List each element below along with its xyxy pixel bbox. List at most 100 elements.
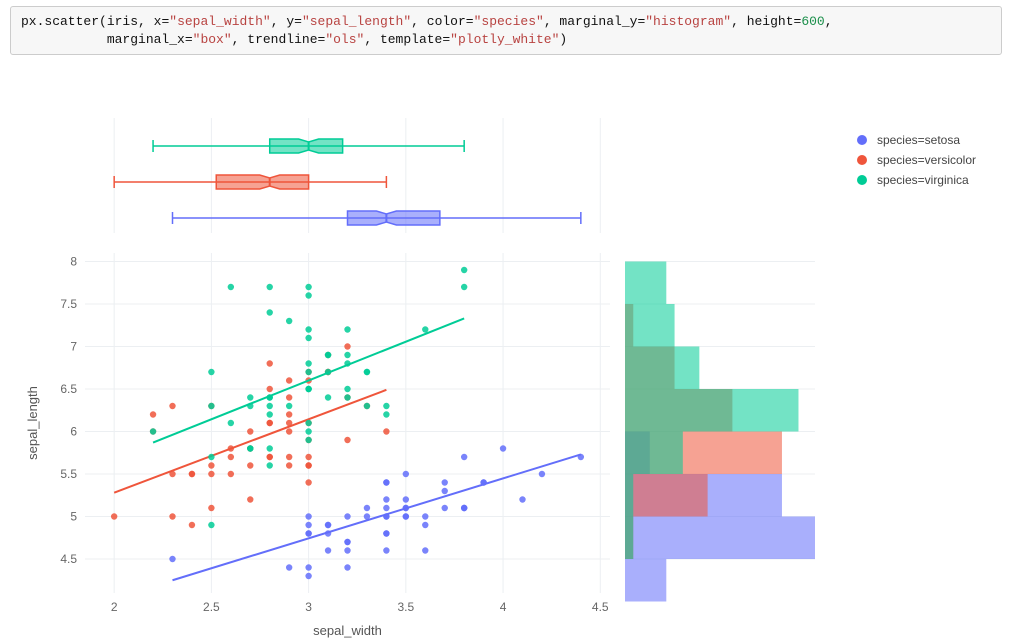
boxplot-virginica[interactable] [270, 139, 343, 153]
scatter-point[interactable] [344, 547, 350, 553]
scatter-point[interactable] [305, 284, 311, 290]
scatter-point[interactable] [305, 573, 311, 579]
scatter-point[interactable] [344, 326, 350, 332]
scatter-point[interactable] [305, 454, 311, 460]
scatter-point[interactable] [383, 428, 389, 434]
scatter-point[interactable] [228, 454, 234, 460]
scatter-point[interactable] [325, 547, 331, 553]
scatter-point[interactable] [383, 547, 389, 553]
histogram-bar[interactable] [625, 474, 708, 517]
scatter-point[interactable] [344, 343, 350, 349]
scatter-point[interactable] [286, 403, 292, 409]
scatter-point[interactable] [305, 326, 311, 332]
scatter-point[interactable] [286, 564, 292, 570]
scatter-point[interactable] [383, 411, 389, 417]
scatter-point[interactable] [111, 513, 117, 519]
scatter-point[interactable] [403, 496, 409, 502]
histogram-bar[interactable] [625, 474, 633, 517]
scatter-point[interactable] [150, 411, 156, 417]
histogram-bar[interactable] [625, 432, 683, 475]
scatter-point[interactable] [461, 505, 467, 511]
scatter-point[interactable] [442, 479, 448, 485]
scatter-point[interactable] [267, 403, 273, 409]
scatter-point[interactable] [500, 445, 506, 451]
scatter-point[interactable] [344, 394, 350, 400]
scatter-point[interactable] [247, 428, 253, 434]
scatter-point[interactable] [286, 377, 292, 383]
scatter-point[interactable] [539, 471, 545, 477]
scatter-point[interactable] [305, 513, 311, 519]
scatter-point[interactable] [403, 513, 409, 519]
scatter-point[interactable] [305, 564, 311, 570]
scatter-point[interactable] [208, 403, 214, 409]
legend[interactable]: species=setosa species=versicolor species=… [857, 133, 976, 193]
scatter-point[interactable] [305, 479, 311, 485]
scatter-point[interactable] [169, 556, 175, 562]
scatter-point[interactable] [305, 369, 311, 375]
legend-item-versicolor[interactable]: species=versicolor [857, 153, 976, 167]
scatter-point[interactable] [208, 454, 214, 460]
scatter-point[interactable] [286, 428, 292, 434]
scatter-point[interactable] [150, 428, 156, 434]
legend-item-setosa[interactable]: species=setosa [857, 133, 976, 147]
scatter-point[interactable] [344, 564, 350, 570]
scatter-point[interactable] [461, 284, 467, 290]
scatter-point[interactable] [383, 530, 389, 536]
histogram-bar[interactable] [625, 517, 633, 560]
code-cell[interactable]: px.scatter(iris, x="sepal_width", y="sep… [10, 6, 1002, 55]
scatter-point[interactable] [422, 326, 428, 332]
scatter-point[interactable] [267, 360, 273, 366]
scatter-point[interactable] [461, 267, 467, 273]
scatter-point[interactable] [189, 522, 195, 528]
scatter-point[interactable] [247, 394, 253, 400]
scatter-point[interactable] [305, 292, 311, 298]
histogram-bar[interactable] [625, 347, 699, 390]
scatter-point[interactable] [267, 462, 273, 468]
scatter-point[interactable] [344, 386, 350, 392]
scatter-point[interactable] [305, 522, 311, 528]
legend-item-virginica[interactable]: species=virginica [857, 173, 976, 187]
scatter-point[interactable] [267, 445, 273, 451]
scatter-point[interactable] [286, 318, 292, 324]
scatter-point[interactable] [364, 403, 370, 409]
scatter-point[interactable] [228, 420, 234, 426]
scatter-point[interactable] [305, 420, 311, 426]
scatter-point[interactable] [403, 471, 409, 477]
scatter-point[interactable] [383, 479, 389, 485]
scatter-point[interactable] [325, 352, 331, 358]
scatter-point[interactable] [305, 428, 311, 434]
scatter-point[interactable] [247, 496, 253, 502]
scatter-point[interactable] [344, 352, 350, 358]
scatter-point[interactable] [305, 530, 311, 536]
scatter-point[interactable] [325, 394, 331, 400]
histogram-bar[interactable] [625, 389, 798, 432]
histogram-bar[interactable] [625, 559, 666, 602]
scatter-point[interactable] [267, 454, 273, 460]
scatter-point[interactable] [325, 522, 331, 528]
scatter-point[interactable] [422, 513, 428, 519]
scatter-point[interactable] [383, 505, 389, 511]
scatter-point[interactable] [208, 369, 214, 375]
scatter-point[interactable] [247, 462, 253, 468]
scatter-point[interactable] [286, 454, 292, 460]
scatter-point[interactable] [169, 403, 175, 409]
scatter-point[interactable] [208, 505, 214, 511]
scatter-point[interactable] [286, 394, 292, 400]
scatter-point[interactable] [208, 462, 214, 468]
scatter-point[interactable] [286, 462, 292, 468]
scatter-point[interactable] [305, 335, 311, 341]
scatter-point[interactable] [247, 445, 253, 451]
scatter-point[interactable] [228, 471, 234, 477]
scatter-point[interactable] [305, 462, 311, 468]
scatter-point[interactable] [422, 522, 428, 528]
scatter-point[interactable] [208, 522, 214, 528]
scatter-point[interactable] [267, 411, 273, 417]
scatter-point[interactable] [267, 386, 273, 392]
boxplot-setosa[interactable] [348, 211, 440, 225]
scatter-point[interactable] [267, 420, 273, 426]
scatter-point[interactable] [344, 513, 350, 519]
scatter-point[interactable] [208, 471, 214, 477]
scatter-point[interactable] [228, 284, 234, 290]
scatter-point[interactable] [461, 454, 467, 460]
scatter-point[interactable] [422, 547, 428, 553]
